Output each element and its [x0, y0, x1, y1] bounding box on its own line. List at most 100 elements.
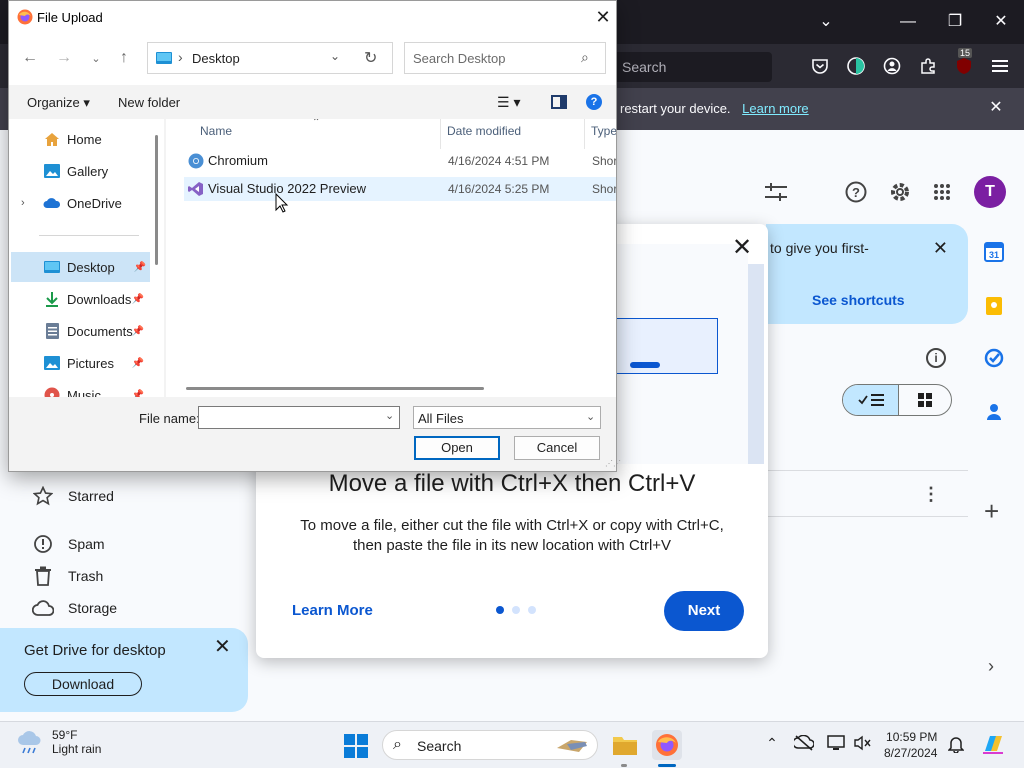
recent-locations-chevron-icon[interactable]: ⌄ [86, 52, 106, 65]
notification-close-icon[interactable]: ✕ [986, 98, 1006, 118]
learn-more-link[interactable]: Learn more [742, 101, 808, 116]
folder-search-input[interactable]: Search Desktop ⌕ [404, 42, 606, 74]
learn-more-link[interactable]: Learn More [292, 602, 373, 619]
nav-starred-label: Starred [68, 488, 114, 504]
tab-list-chevron-icon[interactable]: ⌄ [814, 10, 838, 34]
column-separator[interactable] [584, 119, 585, 149]
get-drive-close-icon[interactable]: ✕ [214, 634, 231, 659]
notification-bell-icon[interactable] [946, 735, 966, 755]
ublock-extension-icon[interactable]: 15 [952, 48, 976, 78]
display-icon[interactable] [826, 735, 846, 755]
column-separator[interactable] [440, 119, 441, 149]
modal-close-icon[interactable]: ✕ [730, 236, 754, 260]
browser-search-input[interactable]: Search [612, 52, 772, 82]
back-arrow-icon[interactable]: ← [20, 49, 40, 67]
nav-trash[interactable]: Trash [32, 564, 103, 588]
nav-starred[interactable]: Starred [32, 484, 114, 508]
tree-item-downloads[interactable]: Downloads 📌 [9, 284, 148, 314]
tree-scrollbar[interactable] [155, 135, 158, 265]
cancel-button[interactable]: Cancel [514, 436, 600, 460]
nav-storage[interactable]: Storage [32, 596, 117, 620]
tree-item-label: Music [67, 387, 101, 398]
volume-muted-icon[interactable] [852, 735, 872, 755]
file-row[interactable]: Visual Studio 2022 Preview 4/16/2024 5:2… [184, 177, 616, 201]
address-bar[interactable]: › Desktop ⌄ ↻ [147, 42, 393, 74]
window-close-icon[interactable]: ✕ [989, 10, 1013, 34]
tree-item-onedrive[interactable]: › OneDrive [9, 188, 148, 218]
file-name-input[interactable] [198, 406, 400, 429]
dialog-close-icon[interactable]: ✕ [593, 7, 613, 27]
weather-widget[interactable]: 59°F Light rain [16, 728, 101, 756]
tree-item-desktop[interactable]: Desktop 📌 [11, 252, 150, 282]
menu-hamburger-icon[interactable] [988, 54, 1012, 78]
help-icon[interactable]: ? [586, 94, 602, 110]
file-explorer-icon[interactable] [610, 730, 640, 760]
restore-icon[interactable]: ❐ [943, 10, 967, 34]
chevron-right-icon[interactable]: › [988, 656, 994, 677]
info-icon[interactable]: i [926, 348, 946, 368]
pocket-icon[interactable] [808, 54, 832, 78]
page-dot[interactable] [528, 606, 536, 614]
pagination-dots [496, 606, 536, 614]
page-dot-active[interactable] [496, 606, 504, 614]
file-name-dropdown-icon[interactable]: ⌄ [385, 409, 394, 422]
download-button[interactable]: Download [24, 672, 142, 696]
minimize-icon[interactable]: — [896, 10, 920, 34]
tasks-icon[interactable] [984, 348, 1008, 372]
account-icon[interactable] [880, 54, 904, 78]
file-name: Chromium [208, 153, 268, 168]
view-toggle[interactable] [842, 384, 952, 416]
contacts-icon[interactable] [984, 402, 1008, 426]
system-clock[interactable]: 10:59 PM 8/27/2024 [884, 729, 937, 761]
open-button[interactable]: Open [414, 436, 500, 460]
tip-close-icon[interactable]: ✕ [933, 238, 948, 259]
grid-view-icon[interactable] [899, 385, 951, 415]
tree-item-gallery[interactable]: Gallery [9, 156, 148, 186]
expand-chevron-icon[interactable]: › [21, 197, 25, 209]
new-folder-button[interactable]: New folder [118, 95, 180, 110]
preview-pane-icon[interactable] [551, 95, 567, 109]
file-row[interactable]: Chromium 4/16/2024 4:51 PM Shortcut [184, 149, 616, 173]
view-options-icon[interactable]: ☰ ▾ [497, 94, 520, 111]
tree-item-documents[interactable]: Documents 📌 [9, 316, 148, 346]
more-options-icon[interactable]: ⋮ [922, 484, 940, 505]
nav-spam[interactable]: Spam [32, 532, 105, 556]
modal-title: Move a file with Ctrl+X then Ctrl+V [328, 470, 696, 497]
calendar-icon[interactable]: 31 [984, 242, 1008, 266]
pin-icon: 📌 [131, 293, 144, 305]
apps-grid-icon[interactable] [928, 178, 956, 206]
extensions-icon[interactable] [916, 54, 940, 78]
refresh-icon[interactable]: ↻ [364, 48, 377, 68]
search-options-icon[interactable] [762, 178, 790, 206]
page-dot[interactable] [512, 606, 520, 614]
tray-chevron-up-icon[interactable]: ⌃ [762, 735, 782, 755]
column-header-date[interactable]: Date modified [447, 124, 521, 138]
organize-menu[interactable]: Organize ▾ [27, 95, 90, 111]
settings-gear-icon[interactable] [886, 178, 914, 206]
tree-item-home[interactable]: Home [9, 124, 148, 154]
keep-icon[interactable] [984, 296, 1008, 320]
column-header-name[interactable]: Name [200, 124, 232, 138]
add-addon-icon[interactable]: + [984, 496, 999, 527]
copilot-icon[interactable] [980, 731, 1006, 757]
network-offline-icon[interactable] [792, 734, 815, 755]
help-icon[interactable]: ? [842, 178, 870, 206]
windows-start-icon[interactable] [344, 734, 368, 758]
next-button[interactable]: Next [664, 591, 744, 631]
file-type-select[interactable]: All Files ⌄ [413, 406, 601, 429]
avatar[interactable]: T [974, 176, 1006, 208]
firefox-taskbar-icon[interactable] [652, 730, 682, 760]
tree-item-pictures[interactable]: Pictures 📌 [9, 348, 148, 378]
list-view-icon[interactable] [843, 385, 899, 415]
tree-item-music[interactable]: Music 📌 [9, 380, 148, 397]
up-arrow-icon[interactable]: ↑ [114, 49, 134, 67]
vpn-icon[interactable] [844, 54, 868, 78]
horizontal-scrollbar[interactable] [186, 387, 484, 390]
forward-arrow-icon[interactable]: → [54, 49, 74, 67]
column-header-type[interactable]: Type [591, 124, 616, 138]
address-dropdown-icon[interactable]: ⌄ [330, 49, 340, 63]
resize-grip-icon[interactable]: ⋰⋰ [605, 459, 621, 468]
address-location[interactable]: Desktop [192, 51, 240, 66]
see-shortcuts-link[interactable]: See shortcuts [812, 292, 905, 308]
taskbar-search-box[interactable]: ⌕ Search [382, 730, 598, 760]
